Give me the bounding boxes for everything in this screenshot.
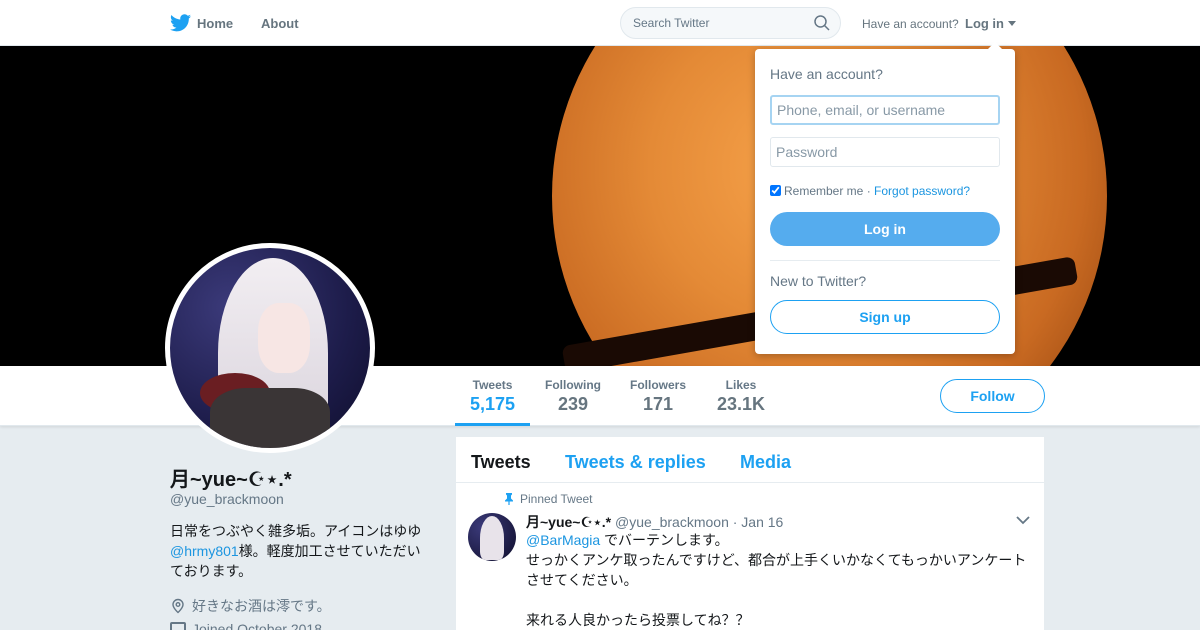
- nav-home-link[interactable]: Home: [197, 16, 233, 31]
- profile-joined-date: Joined October 2018: [170, 621, 322, 630]
- have-account-text: Have an account?: [862, 17, 959, 31]
- profile-name[interactable]: 月~yue~☪⋆.*: [170, 463, 292, 492]
- new-to-twitter-text: New to Twitter?: [770, 273, 867, 289]
- search-box[interactable]: [620, 7, 841, 39]
- location-pin-icon: [172, 598, 184, 614]
- search-input[interactable]: [633, 16, 803, 30]
- stat-following[interactable]: Following 239: [545, 378, 601, 415]
- separator: ·: [863, 184, 875, 198]
- tweet-author-name[interactable]: 月~yue~☪⋆.*: [526, 514, 611, 530]
- login-dropdown-toggle[interactable]: Log in: [965, 16, 1004, 31]
- tweet-line: させてください。: [526, 572, 638, 588]
- chevron-down-icon[interactable]: [1016, 515, 1030, 525]
- calendar-icon: [170, 622, 186, 630]
- login-dropdown: Have an account? Remember me · Forgot pa…: [755, 42, 1015, 354]
- tweet-text: @BarMagia でバーテンします。 せっかくアンケ取ったんですけど、都合が上…: [526, 530, 1036, 630]
- stat-label: Tweets: [472, 378, 513, 392]
- pinned-text: Pinned Tweet: [520, 492, 593, 506]
- login-dropdown-title: Have an account?: [770, 66, 883, 82]
- tweet-avatar[interactable]: [468, 513, 516, 561]
- stat-value: 5,175: [470, 394, 516, 414]
- tweet-avatar-hair: [480, 516, 504, 560]
- tweet-header: 月~yue~☪⋆.* @yue_brackmoon · Jan 16: [526, 512, 783, 532]
- profile-avatar[interactable]: [165, 243, 375, 453]
- search-icon[interactable]: [814, 15, 830, 31]
- bio-mention-link[interactable]: @hrmy801: [170, 543, 239, 559]
- joined-text: Joined October 2018: [192, 621, 322, 630]
- tweet-line: せっかくアンケ取ったんですけど、都合が上手くいかなくてもっかいアンケート: [526, 552, 1027, 568]
- avatar-coat: [210, 388, 330, 448]
- tweet-line: でバーテンします。: [600, 532, 729, 548]
- caret-down-icon[interactable]: [1008, 21, 1016, 26]
- twitter-bird-icon[interactable]: [170, 13, 191, 33]
- stat-value: 171: [642, 394, 674, 414]
- profile-handle[interactable]: @yue_brackmoon: [170, 491, 284, 507]
- dropdown-arrow: [987, 42, 1003, 50]
- tab-tweets-replies[interactable]: Tweets & replies: [565, 452, 706, 473]
- stat-likes[interactable]: Likes 23.1K: [717, 378, 765, 415]
- stat-followers[interactable]: Followers 171: [630, 378, 686, 415]
- nav-about-link[interactable]: About: [261, 16, 299, 31]
- stat-label: Following: [545, 378, 601, 392]
- profile-bio: 日常をつぶやく雑多垢。アイコンはゆゆ @hrmy801様。軽度加工させていただい…: [170, 521, 430, 581]
- timeline-tabs: Tweets Tweets & replies Media: [456, 437, 1044, 483]
- bio-text: 日常をつぶやく雑多垢。アイコンはゆゆ: [170, 523, 422, 539]
- tweet-date[interactable]: · Jan 16: [733, 514, 784, 530]
- top-nav-bar: Home About Have an account? Log in: [0, 0, 1200, 46]
- avatar-face: [258, 303, 310, 373]
- bio-text: ております。: [170, 563, 253, 579]
- pinned-tweet-label: Pinned Tweet: [504, 492, 593, 506]
- remember-me-checkbox[interactable]: [770, 185, 781, 196]
- tweet-author-handle[interactable]: @yue_brackmoon: [615, 514, 729, 530]
- location-text: 好きなお酒は澪です。: [192, 598, 331, 614]
- active-tab-underline: [455, 423, 530, 426]
- bio-text: 様。軽度加工させていただい: [238, 543, 421, 559]
- stat-label: Followers: [630, 378, 687, 392]
- tab-tweets[interactable]: Tweets: [471, 452, 531, 473]
- follow-button[interactable]: Follow: [940, 379, 1045, 413]
- remember-row: Remember me · Forgot password?: [770, 184, 970, 198]
- timeline: Tweets Tweets & replies Media Pinned Twe…: [456, 437, 1044, 630]
- forgot-password-link[interactable]: Forgot password?: [874, 184, 970, 198]
- tweet-mention-link[interactable]: @BarMagia: [526, 532, 600, 548]
- remember-me-label[interactable]: Remember me: [784, 184, 863, 198]
- username-input[interactable]: [770, 95, 1000, 125]
- stat-value: 239: [557, 394, 589, 414]
- stat-tweets[interactable]: Tweets 5,175: [470, 378, 515, 415]
- tab-media[interactable]: Media: [740, 452, 791, 473]
- stat-label: Likes: [725, 378, 757, 392]
- password-input[interactable]: [770, 137, 1000, 167]
- tweet-line: 来れる人良かったら投票してね？？: [526, 612, 750, 628]
- signup-button[interactable]: Sign up: [770, 300, 1000, 334]
- profile-location: 好きなお酒は澪です。: [170, 596, 331, 616]
- login-button[interactable]: Log in: [770, 212, 1000, 246]
- pin-icon: [505, 493, 513, 505]
- stat-value: 23.1K: [717, 394, 766, 414]
- dropdown-divider: [770, 260, 1000, 261]
